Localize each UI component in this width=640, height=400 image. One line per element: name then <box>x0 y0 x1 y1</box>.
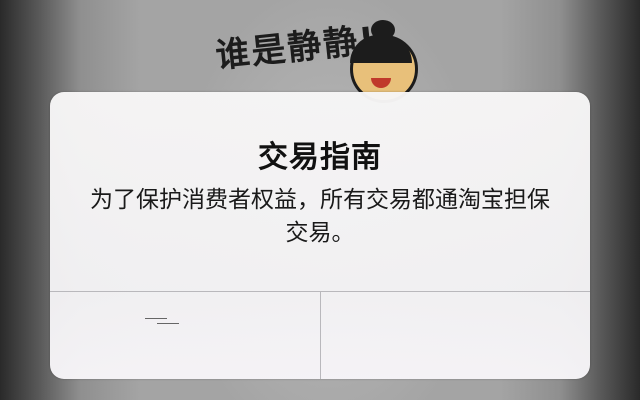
alert-title: 交易指南 <box>258 140 382 175</box>
mouth <box>371 78 391 88</box>
alert-button-row <box>50 291 590 379</box>
alert-left-button[interactable] <box>50 292 320 379</box>
alert-message: 为了保护消费者权益，所有交易都通淘宝担保交易。 <box>90 187 550 246</box>
button-label-artifact <box>145 318 179 324</box>
alert-right-button[interactable] <box>319 292 591 379</box>
alert-dialog: 交易指南 为了保护消费者权益，所有交易都通淘宝担保交易。 <box>50 92 590 379</box>
